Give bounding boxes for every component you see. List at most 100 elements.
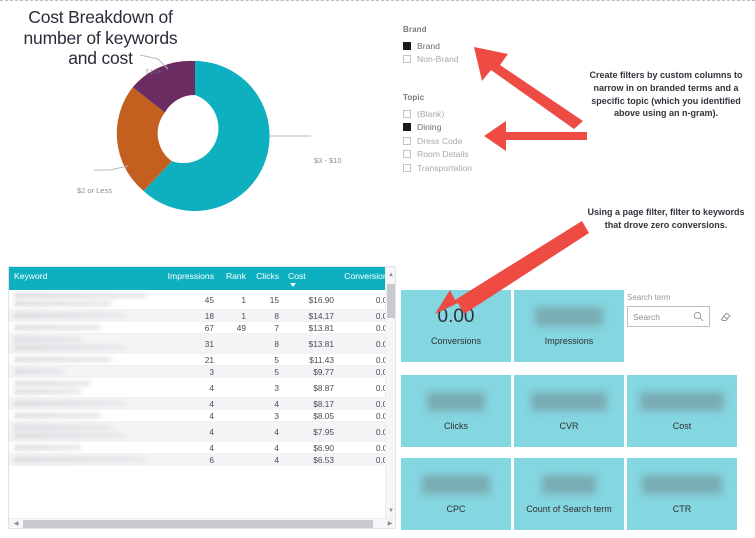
scroll-down-icon[interactable]: ▼ xyxy=(386,505,395,517)
cell-cost: $13.81 xyxy=(284,321,339,334)
table-row[interactable]: 67 49 7 $13.81 0.00 xyxy=(9,321,395,334)
search-input-box[interactable]: Search xyxy=(627,306,710,327)
table-row[interactable]: 4 4 $7.95 0.00 xyxy=(9,421,395,442)
checkbox-unchecked-icon[interactable] xyxy=(403,163,411,172)
kpi-label: Clicks xyxy=(444,420,468,431)
annotation-note-page-filter: Using a page filter, filter to keywords … xyxy=(587,207,745,230)
search-row: Search xyxy=(627,306,749,327)
kpi-value xyxy=(531,391,607,411)
cell-rank: 49 xyxy=(219,321,251,334)
cell-cost: $11.43 xyxy=(284,353,339,366)
cell-cost: $13.81 xyxy=(284,333,339,354)
column-header-clicks[interactable]: Clicks xyxy=(251,267,284,290)
search-input[interactable]: Search xyxy=(633,312,693,322)
checkbox-checked-icon[interactable] xyxy=(403,123,411,132)
table-horizontal-scrollbar[interactable]: ◀ ▶ xyxy=(9,518,395,528)
column-header-keyword[interactable]: Keyword xyxy=(9,267,159,290)
slicer-item-blank[interactable]: (Blank) xyxy=(403,107,472,121)
table-vertical-scroll-thumb[interactable] xyxy=(387,284,395,318)
cell-cost: $7.95 xyxy=(284,421,339,442)
search-icon[interactable] xyxy=(693,311,704,322)
slicer-item-non-brand[interactable]: Non-Brand xyxy=(403,53,459,67)
slicer-item-transportation[interactable]: Transportation xyxy=(403,161,472,175)
table-row[interactable]: 4 3 $8.87 0.00 xyxy=(9,377,395,398)
cell-rank xyxy=(219,397,251,410)
table-row[interactable]: 6 4 $6.53 0.00 xyxy=(9,453,395,466)
kpi-label: Count of Search term xyxy=(526,503,612,514)
kpi-value xyxy=(640,391,724,411)
kpi-card-cost[interactable]: Cost xyxy=(627,375,737,447)
cell-keyword xyxy=(9,333,159,354)
cell-cost: $6.53 xyxy=(284,453,339,466)
scroll-left-icon[interactable]: ◀ xyxy=(10,519,22,528)
table-row[interactable]: 45 1 15 $16.90 0.00 xyxy=(9,290,395,310)
cell-keyword xyxy=(9,365,159,378)
redacted-keyword-text xyxy=(14,345,126,350)
kpi-value xyxy=(422,474,490,494)
table-row[interactable]: 4 4 $8.17 0.00 xyxy=(9,397,395,410)
keyword-table: Keyword Impressions Rank Clicks Cost Con… xyxy=(9,267,395,466)
slicer-item-label: (Blank) xyxy=(417,108,445,119)
slicer-topic[interactable]: Topic (Blank) Dining Dress Code Room Detail… xyxy=(403,93,472,175)
kpi-value xyxy=(535,306,603,326)
keyword-table-visual[interactable]: Keyword Impressions Rank Clicks Cost Con… xyxy=(8,266,396,529)
table-vertical-scrollbar[interactable]: ▲ ▼ xyxy=(385,267,395,519)
slicer-brand[interactable]: Brand Brand Non-Brand xyxy=(403,25,459,66)
redacted-keyword-text xyxy=(14,401,126,406)
kpi-card-ctr[interactable]: CTR xyxy=(627,458,737,530)
column-header-rank[interactable]: Rank xyxy=(219,267,251,290)
slicer-item-dining[interactable]: Dining xyxy=(403,121,472,135)
annotation-note-filters: Create filters by custom columns to narr… xyxy=(589,70,743,119)
cell-cost: $9.77 xyxy=(284,365,339,378)
cell-clicks: 4 xyxy=(251,421,284,442)
sort-descending-icon xyxy=(290,283,296,287)
cell-keyword xyxy=(9,441,159,454)
kpi-label: CVR xyxy=(559,420,579,431)
cell-keyword xyxy=(9,397,159,410)
checkbox-unchecked-icon[interactable] xyxy=(403,136,411,145)
cell-clicks: 8 xyxy=(251,309,284,322)
scroll-up-icon[interactable]: ▲ xyxy=(386,269,395,281)
table-horizontal-scroll-thumb[interactable] xyxy=(23,520,373,528)
cell-keyword xyxy=(9,321,159,334)
kpi-card-cpc[interactable]: CPC xyxy=(401,458,511,530)
cell-rank: 1 xyxy=(219,290,251,310)
cell-keyword xyxy=(9,290,159,310)
cell-rank xyxy=(219,333,251,354)
table-row[interactable]: 18 1 8 $14.17 0.00 xyxy=(9,309,395,322)
slicer-item-brand[interactable]: Brand xyxy=(403,39,459,53)
cell-clicks: 5 xyxy=(251,353,284,366)
checkbox-checked-icon[interactable] xyxy=(403,41,411,50)
slicer-item-dress-code[interactable]: Dress Code xyxy=(403,134,472,148)
checkbox-unchecked-icon[interactable] xyxy=(403,109,411,118)
cell-keyword xyxy=(9,309,159,322)
scroll-right-icon[interactable]: ▶ xyxy=(384,519,395,528)
cell-clicks: 3 xyxy=(251,377,284,398)
search-term-slicer[interactable]: Search term Search xyxy=(627,293,749,327)
column-header-cost[interactable]: Cost xyxy=(284,267,339,290)
column-header-impressions[interactable]: Impressions xyxy=(159,267,219,290)
kpi-card-cvr[interactable]: CVR xyxy=(514,375,624,447)
checkbox-unchecked-icon[interactable] xyxy=(403,55,411,64)
annotation-arrow-to-conversions-card xyxy=(435,221,589,314)
table-row[interactable]: 4 4 $6.90 0.00 xyxy=(9,441,395,454)
table-row[interactable]: 31 8 $13.81 0.00 xyxy=(9,333,395,354)
cell-impressions: 31 xyxy=(159,333,219,354)
cell-clicks: 8 xyxy=(251,333,284,354)
table-row[interactable]: 4 3 $8.05 0.00 xyxy=(9,409,395,422)
cell-impressions: 18 xyxy=(159,309,219,322)
redacted-keyword-text xyxy=(14,433,126,438)
cost-breakdown-donut-chart[interactable]: $3 - $10 $2 or Less $10+ xyxy=(20,19,390,234)
table-row[interactable]: 21 5 $11.43 0.00 xyxy=(9,353,395,366)
kpi-label: Impressions xyxy=(544,335,594,346)
slicer-item-room-details[interactable]: Room Details xyxy=(403,148,472,162)
kpi-card-count-of-search-term[interactable]: Count of Search term xyxy=(514,458,624,530)
checkbox-unchecked-icon[interactable] xyxy=(403,150,411,159)
cell-clicks: 4 xyxy=(251,453,284,466)
donut-label-3-10: $3 - $10 xyxy=(314,156,342,165)
eraser-icon[interactable] xyxy=(719,310,732,323)
table-row[interactable]: 3 5 $9.77 0.00 xyxy=(9,365,395,378)
cell-cost: $8.17 xyxy=(284,397,339,410)
kpi-card-clicks[interactable]: Clicks xyxy=(401,375,511,447)
kpi-label: Conversions xyxy=(430,335,482,346)
